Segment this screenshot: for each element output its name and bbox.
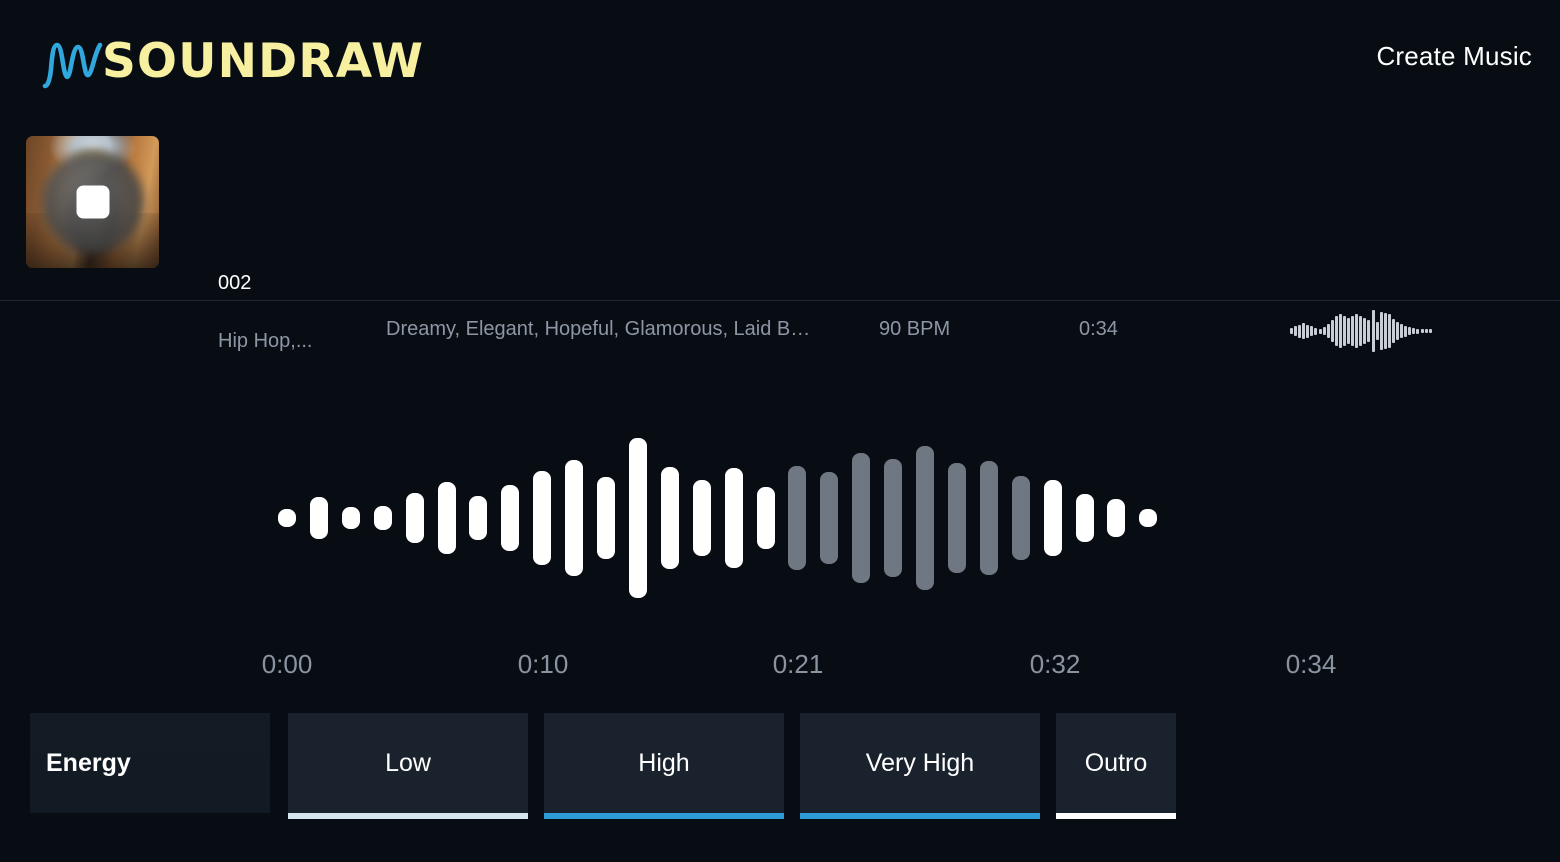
waveform-bar — [756, 487, 775, 549]
waveform-bar — [1011, 476, 1030, 560]
waveform-bar — [979, 461, 998, 575]
waveform-bar — [373, 506, 392, 530]
waveform-bar — [947, 463, 966, 573]
waveform-bar — [884, 459, 903, 577]
timeline-tick: 0:21 — [772, 649, 824, 679]
stop-icon[interactable] — [76, 185, 109, 219]
waveform-bar — [533, 471, 552, 565]
create-music-link[interactable]: Create Music — [1376, 41, 1532, 72]
energy-segment-underline — [288, 813, 528, 819]
energy-segment-underline — [544, 813, 784, 819]
waveform-bar — [501, 485, 520, 551]
waveform-bar — [405, 493, 424, 543]
waveform-bar — [1075, 494, 1094, 542]
main-waveform[interactable] — [0, 400, 1560, 640]
energy-label-text: Energy — [46, 748, 131, 777]
energy-segment-outro[interactable]: Outro — [1056, 713, 1176, 819]
waveform-bar — [565, 460, 584, 576]
timeline-tick: 0:32 — [1029, 649, 1081, 679]
soundraw-logo[interactable]: SOUNDRAW — [38, 26, 424, 96]
energy-segment-underline — [1056, 813, 1176, 819]
energy-segment-label: High — [638, 748, 690, 777]
waveform-bar — [628, 438, 647, 598]
timeline-tick: 0:10 — [517, 649, 569, 679]
waveform-bar — [597, 477, 615, 559]
timeline-ruler: 0:00 0:10 0:21 0:32 0:34 — [0, 301, 1560, 679]
waveform-bar — [469, 496, 488, 540]
waveform-bar — [660, 467, 679, 569]
energy-segment-label: Low — [385, 748, 431, 777]
waveform-bar — [788, 466, 807, 570]
waveform-bar — [916, 446, 934, 590]
timeline-tick: 0:00 — [261, 649, 313, 679]
wave-squiggle-icon — [42, 42, 103, 89]
logo-wordmark: SOUNDRAW — [102, 33, 425, 89]
waveform-bar — [1139, 509, 1158, 527]
energy-segment-low[interactable]: Low — [288, 713, 528, 819]
waveform-bar — [692, 480, 711, 556]
waveform-bar — [341, 507, 360, 529]
energy-segment-high[interactable]: High — [544, 713, 784, 819]
waveform-bar — [309, 497, 328, 539]
soundraw-app: SOUNDRAW Create Music 002 Hip Hop,... Dr… — [0, 0, 1560, 862]
energy-segment-label: Very High — [865, 748, 975, 777]
energy-segment-very-high[interactable]: Very High — [800, 713, 1040, 819]
timeline-tick: 0:34 — [1285, 649, 1337, 679]
energy-track: Energy Low High Very High Outro — [0, 713, 1560, 823]
track-thumbnail[interactable] — [26, 136, 159, 268]
waveform-bar — [1107, 499, 1126, 537]
track-info-row: 002 Hip Hop,... Dreamy, Elegant, Hopeful… — [0, 120, 1560, 352]
energy-segment-label: Outro — [1084, 748, 1148, 777]
track-id: 002 — [218, 272, 252, 294]
waveform-bar — [852, 453, 871, 583]
waveform-bar — [1043, 480, 1062, 556]
energy-segment-underline — [800, 813, 1040, 819]
waveform-bar — [278, 509, 296, 527]
energy-label: Energy — [30, 713, 270, 813]
waveform-bar — [820, 472, 839, 564]
waveform-bar — [724, 468, 743, 568]
app-header: SOUNDRAW Create Music — [0, 0, 1560, 120]
waveform-bar — [437, 482, 456, 554]
